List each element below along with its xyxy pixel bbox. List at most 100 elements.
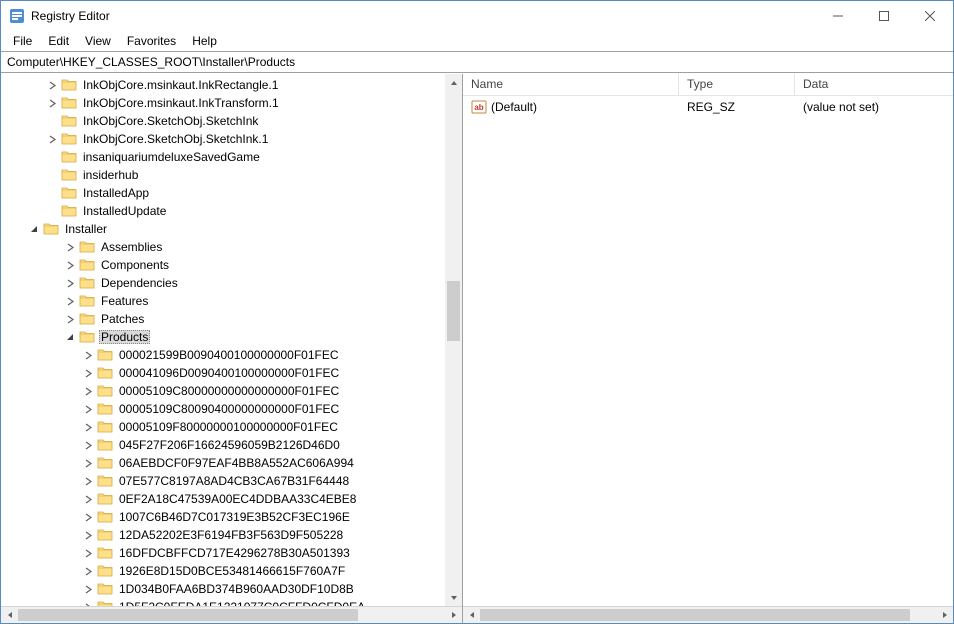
- expand-icon[interactable]: [81, 492, 95, 506]
- tree-item[interactable]: 1D5F2C0FEDA1E1221077C0CFFD0CFD0EA: [1, 598, 462, 606]
- tree-item-label: InstalledApp: [81, 186, 151, 200]
- tree-item[interactable]: insaniquariumdeluxeSavedGame: [1, 148, 462, 166]
- scroll-right-arrow[interactable]: [445, 607, 462, 624]
- tree-item-label: Products: [99, 330, 150, 344]
- registry-tree[interactable]: InkObjCore.msinkaut.InkRectangle.1InkObj…: [1, 76, 462, 606]
- folder-icon: [97, 365, 113, 381]
- scroll-track[interactable]: [18, 607, 445, 623]
- values-horizontal-scrollbar[interactable]: [463, 606, 953, 623]
- tree-item[interactable]: 045F27F206F16624596059B2126D46D0: [1, 436, 462, 454]
- menu-view[interactable]: View: [77, 32, 119, 50]
- value-row[interactable]: ab (Default) REG_SZ (value not set): [463, 98, 953, 116]
- tree-vertical-scrollbar[interactable]: [445, 74, 462, 606]
- collapse-icon[interactable]: [63, 330, 77, 344]
- tree-item[interactable]: Assemblies: [1, 238, 462, 256]
- expand-icon[interactable]: [81, 456, 95, 470]
- expand-icon[interactable]: [81, 564, 95, 578]
- expand-icon[interactable]: [63, 312, 77, 326]
- tree-item[interactable]: 1007C6B46D7C017319E3B52CF3EC196E: [1, 508, 462, 526]
- tree-item[interactable]: InkObjCore.msinkaut.InkTransform.1: [1, 94, 462, 112]
- expand-icon[interactable]: [81, 348, 95, 362]
- expand-icon[interactable]: [63, 294, 77, 308]
- expand-icon[interactable]: [45, 132, 59, 146]
- scroll-track[interactable]: [445, 91, 462, 589]
- menu-favorites[interactable]: Favorites: [119, 32, 184, 50]
- tree-item-label: insiderhub: [81, 168, 140, 182]
- values-list[interactable]: ab (Default) REG_SZ (value not set): [463, 96, 953, 606]
- expand-icon[interactable]: [45, 78, 59, 92]
- string-value-icon: ab: [471, 99, 487, 115]
- expand-icon[interactable]: [81, 474, 95, 488]
- expand-icon[interactable]: [63, 276, 77, 290]
- tree-item-label: insaniquariumdeluxeSavedGame: [81, 150, 262, 164]
- scroll-thumb[interactable]: [447, 281, 460, 341]
- folder-icon: [97, 437, 113, 453]
- expand-icon[interactable]: [81, 528, 95, 542]
- expand-icon[interactable]: [81, 438, 95, 452]
- menu-edit[interactable]: Edit: [40, 32, 77, 50]
- tree-item[interactable]: 07E577C8197A8AD4CB3CA67B31F64448: [1, 472, 462, 490]
- close-button[interactable]: [907, 1, 953, 31]
- expand-icon[interactable]: [81, 420, 95, 434]
- column-header-type[interactable]: Type: [679, 74, 795, 95]
- folder-icon: [61, 113, 77, 129]
- scroll-right-arrow[interactable]: [936, 607, 953, 624]
- expand-icon[interactable]: [81, 366, 95, 380]
- tree-item[interactable]: Products: [1, 328, 462, 346]
- tree-item[interactable]: 00005109F80000000100000000F01FEC: [1, 418, 462, 436]
- scroll-left-arrow[interactable]: [1, 607, 18, 624]
- tree-item[interactable]: 00005109C80000000000000000F01FEC: [1, 382, 462, 400]
- expand-icon[interactable]: [81, 510, 95, 524]
- menu-file[interactable]: File: [5, 32, 40, 50]
- tree-item[interactable]: 1D034B0FAA6BD374B960AAD30DF10D8B: [1, 580, 462, 598]
- tree-item[interactable]: 0EF2A18C47539A00EC4DDBAA33C4EBE8: [1, 490, 462, 508]
- tree-item[interactable]: Installer: [1, 220, 462, 238]
- svg-text:ab: ab: [474, 103, 483, 112]
- tree-item[interactable]: 12DA52202E3F6194FB3F563D9F505228: [1, 526, 462, 544]
- scroll-left-arrow[interactable]: [463, 607, 480, 624]
- scroll-down-arrow[interactable]: [445, 589, 462, 606]
- tree-item[interactable]: 000041096D0090400100000000F01FEC: [1, 364, 462, 382]
- tree-item[interactable]: Patches: [1, 310, 462, 328]
- tree-item[interactable]: InstalledApp: [1, 184, 462, 202]
- expand-icon[interactable]: [81, 402, 95, 416]
- scroll-thumb[interactable]: [18, 609, 358, 621]
- expand-icon[interactable]: [63, 240, 77, 254]
- tree-horizontal-scrollbar[interactable]: [1, 606, 462, 623]
- tree-item[interactable]: Features: [1, 292, 462, 310]
- tree-item[interactable]: 06AEBDCF0F97EAF4BB8A552AC606A994: [1, 454, 462, 472]
- folder-icon: [97, 509, 113, 525]
- tree-item[interactable]: InkObjCore.SketchObj.SketchInk.1: [1, 130, 462, 148]
- scroll-up-arrow[interactable]: [445, 74, 462, 91]
- tree-item[interactable]: Components: [1, 256, 462, 274]
- tree-item-label: InkObjCore.SketchObj.SketchInk.1: [81, 132, 270, 146]
- address-bar[interactable]: Computer\HKEY_CLASSES_ROOT\Installer\Pro…: [1, 51, 953, 73]
- main-area: InkObjCore.msinkaut.InkRectangle.1InkObj…: [1, 73, 953, 623]
- tree-item[interactable]: InkObjCore.msinkaut.InkRectangle.1: [1, 76, 462, 94]
- maximize-button[interactable]: [861, 1, 907, 31]
- expand-icon[interactable]: [45, 96, 59, 110]
- expand-icon[interactable]: [63, 258, 77, 272]
- collapse-icon[interactable]: [27, 222, 41, 236]
- scroll-thumb[interactable]: [480, 609, 910, 621]
- expand-icon[interactable]: [81, 582, 95, 596]
- scroll-track[interactable]: [480, 607, 936, 623]
- minimize-button[interactable]: [815, 1, 861, 31]
- tree-item[interactable]: 1926E8D15D0BCE53481466615F760A7F: [1, 562, 462, 580]
- expand-icon[interactable]: [81, 600, 95, 606]
- tree-item[interactable]: Dependencies: [1, 274, 462, 292]
- tree-item-label: 1926E8D15D0BCE53481466615F760A7F: [117, 564, 347, 578]
- column-header-data[interactable]: Data: [795, 74, 953, 95]
- tree-item-label: Patches: [99, 312, 146, 326]
- tree-item[interactable]: 00005109C80090400000000000F01FEC: [1, 400, 462, 418]
- tree-item[interactable]: insiderhub: [1, 166, 462, 184]
- tree-item[interactable]: 16DFDCBFFCD717E4296278B30A501393: [1, 544, 462, 562]
- tree-item[interactable]: 000021599B0090400100000000F01FEC: [1, 346, 462, 364]
- tree-item[interactable]: InstalledUpdate: [1, 202, 462, 220]
- menu-help[interactable]: Help: [184, 32, 225, 50]
- column-header-name[interactable]: Name: [463, 74, 679, 95]
- tree-item-label: 16DFDCBFFCD717E4296278B30A501393: [117, 546, 352, 560]
- expand-icon[interactable]: [81, 546, 95, 560]
- expand-icon[interactable]: [81, 384, 95, 398]
- tree-item[interactable]: InkObjCore.SketchObj.SketchInk: [1, 112, 462, 130]
